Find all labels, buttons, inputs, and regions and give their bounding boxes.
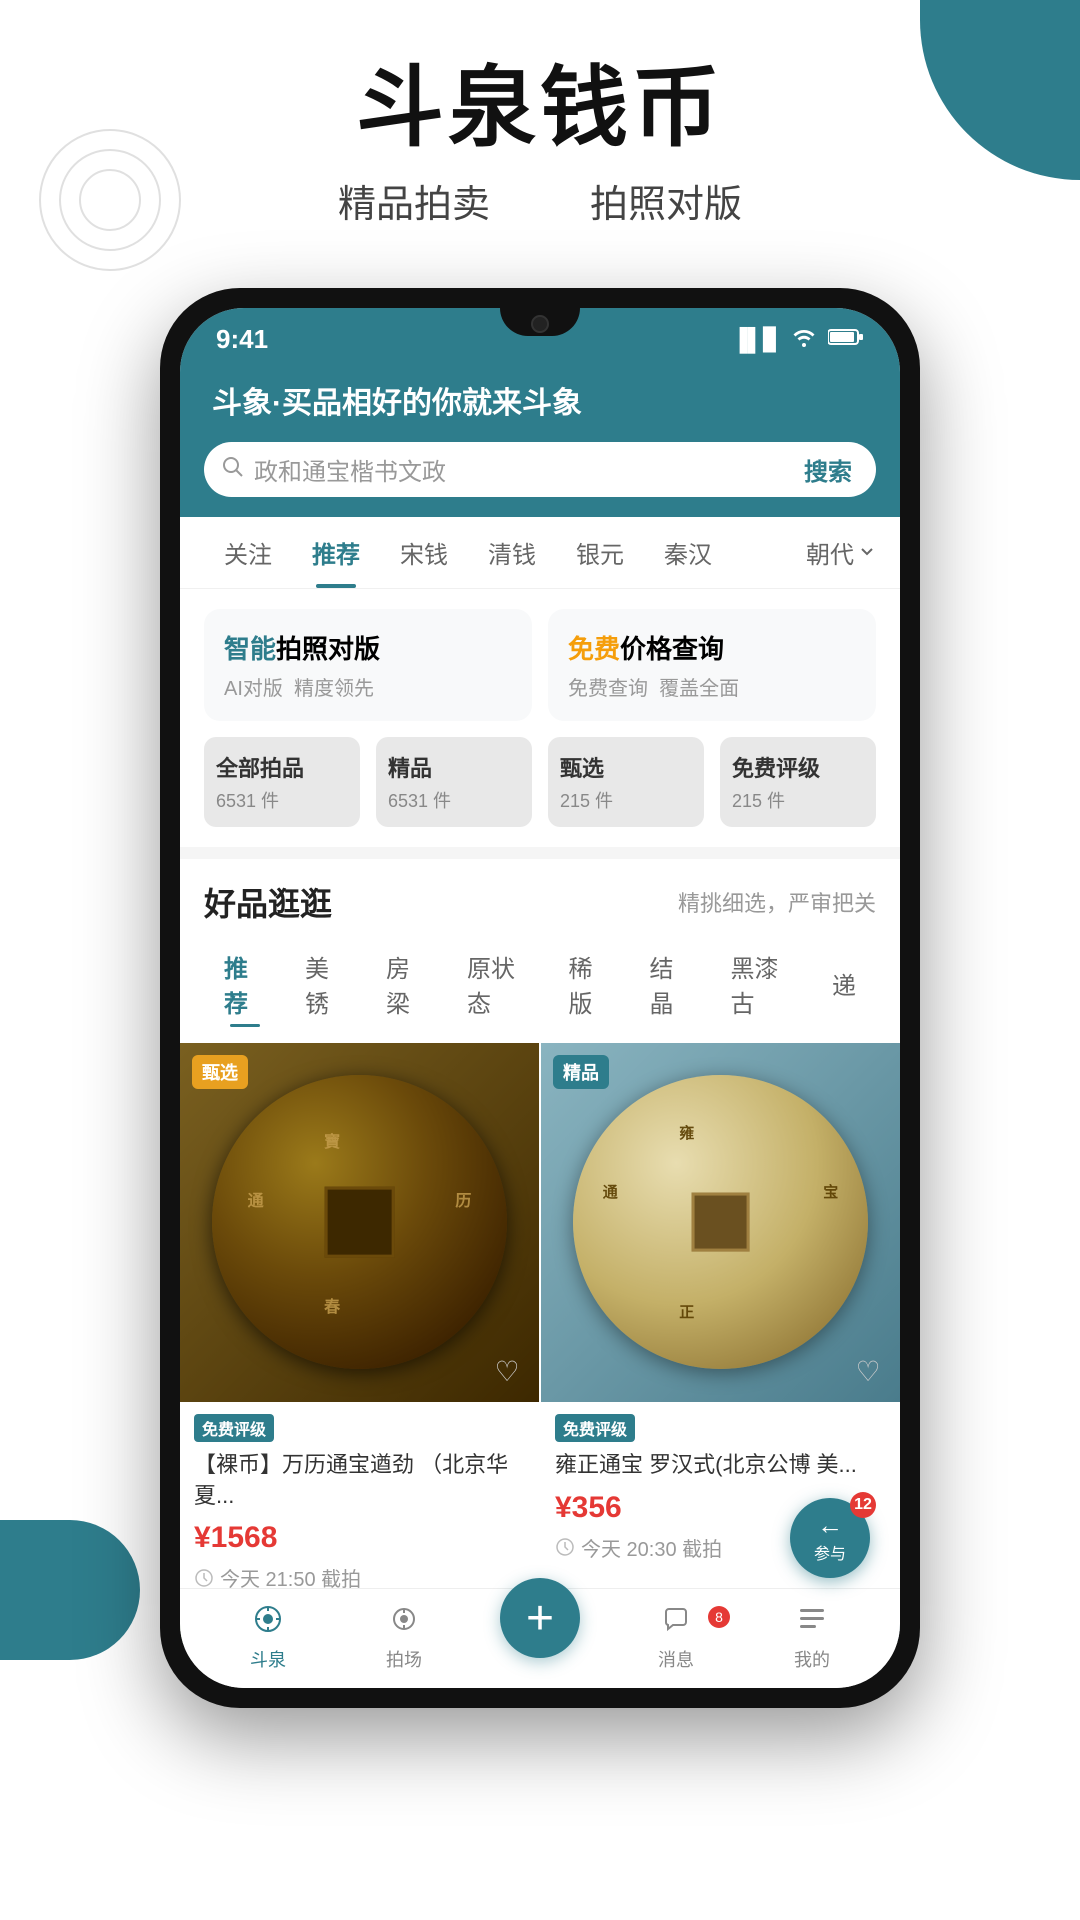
auction-cat-curated[interactable]: 甄选 215 件 [548,737,704,827]
section-meta: 精挑细选，严审把关 [678,886,876,918]
search-button[interactable]: 搜索 [796,452,860,487]
nav-item-profile[interactable]: 我的 [744,1604,880,1672]
subcat-recommend[interactable]: 推荐 [204,941,285,1027]
feature-card-photo-sub: AI对版 精度领先 [224,672,512,701]
app-header: 斗泉钱币 精品拍卖 拍照对版 [0,0,1080,248]
product-badge-1: 甄选 [192,1055,248,1089]
search-placeholder-text[interactable]: 政和通宝楷书文政 [254,452,786,487]
subcat-crystal[interactable]: 结晶 [630,941,711,1027]
nav-message-badge: 8 [708,1606,730,1628]
product-info-1: 免费评级 【裸币】万历通宝遒劲 （北京华夏... ¥1568 今天 21:50 … [180,1402,539,1605]
subcat-beam[interactable]: 房梁 [366,941,447,1027]
sub-categories: 推荐 美锈 房梁 原状态 稀版 结晶 黑漆古 递 [180,933,900,1043]
fab-label: 参与 [814,1540,846,1564]
fab-container: 12 ← 参与 [790,1498,870,1578]
product-tags-2: 免费评级 [555,1414,886,1442]
feature-card-photo[interactable]: 智能拍照对版 AI对版 精度领先 [204,609,532,721]
product-heart-2[interactable]: ♡ [850,1354,886,1390]
nav-center: + [472,1618,608,1658]
section-header: 好品逛逛 精挑细选，严审把关 [180,859,900,933]
tag-free-grade-1: 免费评级 [194,1414,274,1442]
nav-home-label: 斗泉 [250,1646,286,1672]
app-bar: 斗象·买品相好的你就来斗象 [180,364,900,442]
tab-song[interactable]: 宋钱 [380,517,468,588]
nav-add-button[interactable]: + [500,1578,580,1658]
subcat-patina[interactable]: 美锈 [285,941,366,1027]
feature-card-price-title: 免费价格查询 [568,629,856,666]
nav-profile-icon [797,1604,827,1642]
section-title: 好品逛逛 [204,879,332,925]
nav-item-auction[interactable]: 拍场 [336,1604,472,1672]
app-title: 斗泉钱币 [0,60,1080,157]
app-bar-title: 斗象·买品相好的你就来斗象 [212,378,868,422]
fab-button[interactable]: 12 ← 参与 [790,1498,870,1578]
tab-qin[interactable]: 秦汉 [644,517,732,588]
tab-recommend[interactable]: 推荐 [292,517,380,588]
product-price-1: ¥1568 [194,1521,525,1555]
nav-profile-label: 我的 [794,1646,830,1672]
category-tabs: 关注 推荐 宋钱 清钱 银元 秦汉 朝代 [180,517,900,589]
tab-more[interactable]: 朝代 [806,535,876,570]
auction-categories: 全部拍品 6531 件 精品 6531 件 甄选 215 件 [180,737,900,847]
feature-card-price[interactable]: 免费价格查询 免费查询 覆盖全面 [548,609,876,721]
product-heart-1[interactable]: ♡ [489,1354,525,1390]
bottom-nav: 斗泉 拍场 + [180,1588,900,1688]
phone-screen: 9:41 ▐▌▊ [180,308,900,1688]
search-container: 政和通宝楷书文政 搜索 [180,442,900,517]
product-img-2: 雍 正 通 宝 精品 ♡ [541,1043,900,1402]
auction-cat-premium[interactable]: 精品 6531 件 [376,737,532,827]
nav-auction-label: 拍场 [386,1646,422,1672]
tab-qing[interactable]: 清钱 [468,517,556,588]
wifi-icon [790,326,818,354]
feature-highlight-smart: 智能 [224,634,276,664]
product-badge-2: 精品 [553,1055,609,1089]
subtitle-right: 拍照对版 [590,173,742,228]
fab-icon: ← [817,1512,843,1538]
status-time: 9:41 [216,324,268,355]
feature-highlight-free: 免费 [568,634,620,664]
status-icons: ▐▌▊ [732,326,864,354]
nav-auction-icon [389,1604,419,1642]
product-tags-1: 免费评级 [194,1414,525,1442]
signal-icon: ▐▌▊ [732,327,780,353]
search-bar[interactable]: 政和通宝楷书文政 搜索 [204,442,876,497]
auction-cat-all[interactable]: 全部拍品 6531 件 [204,737,360,827]
feature-card-photo-title: 智能拍照对版 [224,629,512,666]
nav-item-message[interactable]: 8 消息 [608,1604,744,1672]
feature-cards: 智能拍照对版 AI对版 精度领先 免费价格查询 免费查询 [180,589,900,737]
feature-card-price-sub: 免费查询 覆盖全面 [568,672,856,701]
battery-icon [828,327,864,353]
app-subtitle: 精品拍卖 拍照对版 [0,173,1080,228]
search-icon [220,454,244,485]
product-name-2: 雍正通宝 罗汉式(北京公博 美... [555,1450,886,1481]
tab-follow[interactable]: 关注 [204,517,292,588]
subtitle-left: 精品拍卖 [338,173,490,228]
nav-message-label: 消息 [658,1646,694,1672]
phone-mockup: 9:41 ▐▌▊ [160,288,920,1708]
subcat-more[interactable]: 递 [812,958,876,1009]
scroll-content[interactable]: 智能拍照对版 AI对版 精度领先 免费价格查询 免费查询 [180,589,900,1643]
fab-badge: 12 [850,1492,876,1518]
product-name-1: 【裸币】万历通宝遒劲 （北京华夏... [194,1450,525,1512]
subcat-lacquer[interactable]: 黑漆古 [711,941,813,1027]
auction-cat-grade[interactable]: 免费评级 215 件 [720,737,876,827]
product-card-1[interactable]: 寶 春 通 历 甄选 ♡ 免费评级 [180,1043,539,1605]
tag-free-grade-2: 免费评级 [555,1414,635,1442]
subcat-rare[interactable]: 稀版 [549,941,630,1027]
product-img-1: 寶 春 通 历 甄选 ♡ [180,1043,539,1402]
phone-wrapper: 9:41 ▐▌▊ [0,288,1080,1708]
subcat-original[interactable]: 原状态 [447,941,549,1027]
nav-home-icon [253,1604,283,1642]
tab-silver[interactable]: 银元 [556,517,644,588]
nav-message-icon [661,1604,691,1642]
nav-item-home[interactable]: 斗泉 [200,1604,336,1672]
